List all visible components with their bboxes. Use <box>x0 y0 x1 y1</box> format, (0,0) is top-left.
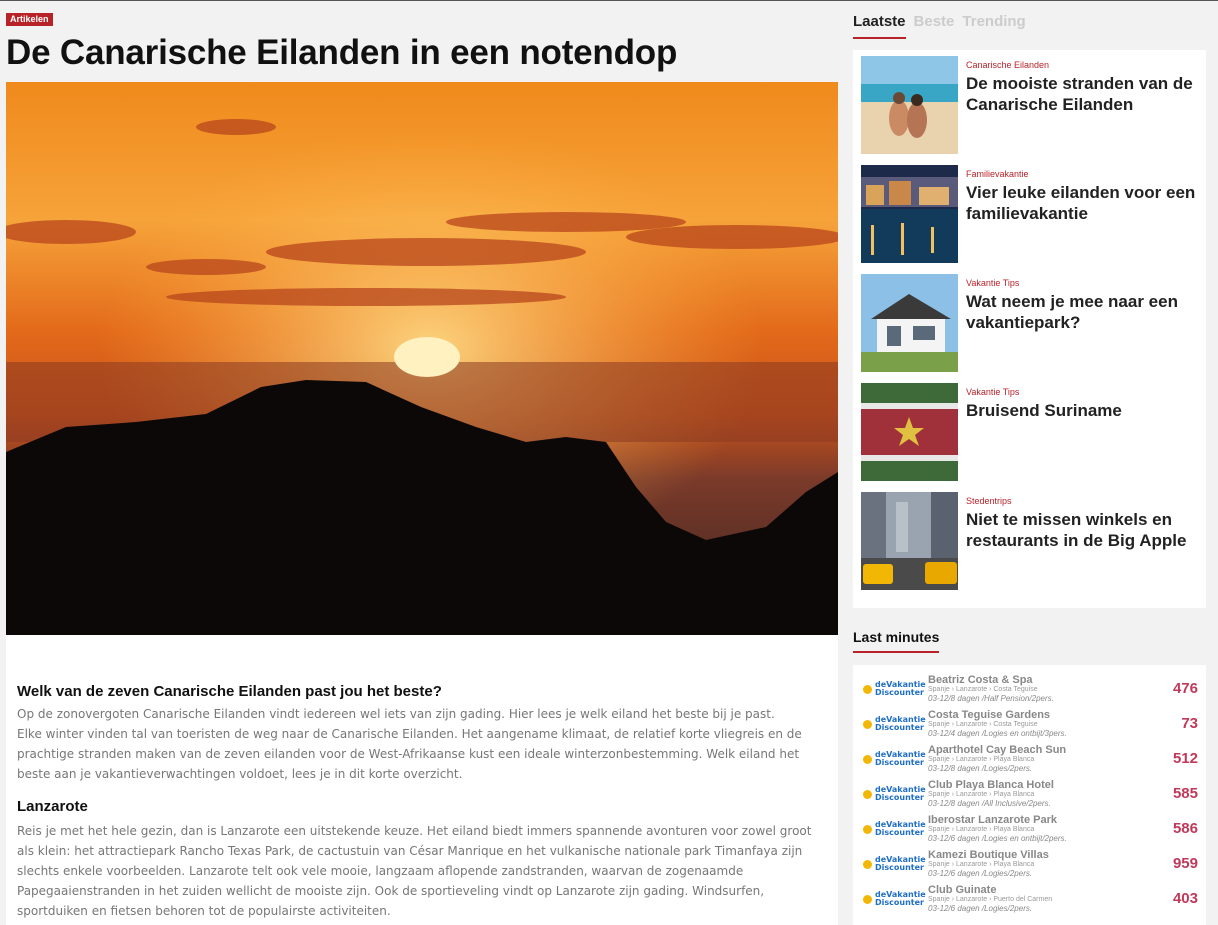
logo-text-line-2: Discounter <box>875 687 924 697</box>
deal-row[interactable]: deVakantie Discounter Club Guinate Spanj… <box>861 881 1198 916</box>
post-title[interactable]: Niet te missen winkels en restaurants in… <box>966 509 1198 551</box>
deal-price[interactable]: 476 <box>1173 680 1198 697</box>
logo-text-line-2: Discounter <box>875 792 924 802</box>
deal-row[interactable]: deVakantie Discounter Aparthotel Cay Bea… <box>861 741 1198 776</box>
post-title[interactable]: De mooiste stranden van de Canarische Ei… <box>966 73 1198 115</box>
hero-image <box>6 82 838 635</box>
deal-dates: 03-12/8 dagen /Half Pension/2pers. <box>928 694 1054 703</box>
deal-location: Spanje › Lanzarote › Playa Blanca <box>928 826 1035 833</box>
article-column: Artikelen De Canarische Eilanden in een … <box>6 9 838 925</box>
post-thumbnail[interactable] <box>861 56 958 154</box>
logo-text-line-2: Discounter <box>875 757 924 767</box>
logo-sun-icon <box>863 684 872 694</box>
post-item[interactable]: Canarische Eilanden De mooiste stranden … <box>861 56 1198 154</box>
intro-paragraph-2: Elke winter vinden tal van toeristen de … <box>17 727 802 781</box>
deal-name[interactable]: Aparthotel Cay Beach Sun <box>928 744 1158 756</box>
post-thumbnail[interactable] <box>861 383 958 481</box>
deal-dates: 03-12/6 dagen /Logies en ontbijt/2pers. <box>928 834 1067 843</box>
page-title: De Canarische Eilanden in een notendop <box>6 33 678 72</box>
post-item[interactable]: Vakantie Tips Bruisend Suriname <box>861 383 1198 481</box>
section-paragraph: Reis je met het hele gezin, dan is Lanza… <box>17 824 812 918</box>
deal-name[interactable]: Club Guinate <box>928 884 1158 896</box>
deal-location: Spanje › Lanzarote › Puerto del Carmen <box>928 896 1053 903</box>
deal-row[interactable]: deVakantie Discounter Club Playa Blanca … <box>861 776 1198 811</box>
logo-text-line-2: Discounter <box>875 722 924 732</box>
post-category[interactable]: Vakantie Tips <box>966 278 1198 289</box>
post-item[interactable]: Stedentrips Niet te missen winkels en re… <box>861 492 1198 590</box>
deal-price[interactable]: 512 <box>1173 750 1198 767</box>
tab-laatste[interactable]: Laatste <box>853 13 906 39</box>
post-thumbnail[interactable] <box>861 165 958 263</box>
sidebar-tabs: Laatste Beste Trending <box>853 13 1206 39</box>
post-category[interactable]: Vakantie Tips <box>966 387 1122 398</box>
deal-dates: 03-12/4 dagen /Logies en ontbijt/3pers. <box>928 729 1067 738</box>
deal-location: Spanje › Lanzarote › Playa Blanca <box>928 861 1035 868</box>
deal-name[interactable]: Club Playa Blanca Hotel <box>928 779 1158 791</box>
section-heading: Lanzarote <box>17 798 88 815</box>
devakantiediscounter-logo: deVakantie Discounter <box>863 855 926 872</box>
deal-price[interactable]: 403 <box>1173 890 1198 907</box>
logo-text-line-2: Discounter <box>875 827 924 837</box>
deal-price[interactable]: 586 <box>1173 820 1198 837</box>
deal-location: Spanje › Lanzarote › Playa Blanca <box>928 791 1035 798</box>
devakantiediscounter-logo: deVakantie Discounter <box>863 820 926 837</box>
post-item[interactable]: Vakantie Tips Wat neem je mee naar een v… <box>861 274 1198 372</box>
deal-name[interactable]: Kamezi Boutique Villas <box>928 849 1158 861</box>
deal-dates: 03-12/8 dagen /Logies/2pers. <box>928 764 1033 773</box>
post-item[interactable]: Familievakantie Vier leuke eilanden voor… <box>861 165 1198 263</box>
deal-dates: 03-12/6 dagen /Logies/2pers. <box>928 904 1033 913</box>
logo-sun-icon <box>863 894 872 904</box>
logo-sun-icon <box>863 859 872 869</box>
logo-sun-icon <box>863 754 872 764</box>
post-title[interactable]: Wat neem je mee naar een vakantiepark? <box>966 291 1198 333</box>
deal-name[interactable]: Beatriz Costa & Spa <box>928 674 1158 686</box>
tab-beste[interactable]: Beste <box>914 13 955 39</box>
intro-heading: Welk van de zeven Canarische Eilanden pa… <box>17 683 442 700</box>
logo-sun-icon <box>863 789 872 799</box>
post-category[interactable]: Stedentrips <box>966 496 1198 507</box>
post-title[interactable]: Vier leuke eilanden voor een familievaka… <box>966 182 1198 224</box>
devakantiediscounter-logo: deVakantie Discounter <box>863 750 926 767</box>
logo-sun-icon <box>863 719 872 729</box>
devakantiediscounter-logo: deVakantie Discounter <box>863 680 926 697</box>
deal-name[interactable]: Iberostar Lanzarote Park <box>928 814 1158 826</box>
deal-list: deVakantie Discounter Beatriz Costa & Sp… <box>853 665 1206 925</box>
sidebar: Laatste Beste Trending Canarische Eiland… <box>853 13 1206 925</box>
category-badge[interactable]: Artikelen <box>6 13 53 26</box>
post-list: Canarische Eilanden De mooiste stranden … <box>853 50 1206 608</box>
deal-row[interactable]: deVakantie Discounter Beatriz Costa & Sp… <box>861 671 1198 706</box>
deal-row[interactable]: deVakantie Discounter Costa Teguise Gard… <box>861 706 1198 741</box>
deal-price[interactable]: 959 <box>1173 855 1198 872</box>
deal-row[interactable]: deVakantie Discounter Iberostar Lanzarot… <box>861 811 1198 846</box>
deal-dates: 03-12/8 dagen /All Inclusive/2pers. <box>928 799 1051 808</box>
last-minutes-heading: Last minutes <box>853 629 940 653</box>
article-body: Welk van de zeven Canarische Eilanden pa… <box>6 635 838 925</box>
intro-paragraph-1: Op de zonovergoten Canarische Eilanden v… <box>17 707 775 721</box>
deal-dates: 03-12/6 dagen /Logies/2pers. <box>928 869 1033 878</box>
deal-location: Spanje › Lanzarote › Costa Teguise <box>928 686 1038 693</box>
post-category[interactable]: Canarische Eilanden <box>966 60 1198 71</box>
post-thumbnail[interactable] <box>861 492 958 590</box>
devakantiediscounter-logo: deVakantie Discounter <box>863 715 926 732</box>
deal-price[interactable]: 585 <box>1173 785 1198 802</box>
logo-text-line-2: Discounter <box>875 897 924 907</box>
tab-trending[interactable]: Trending <box>962 13 1025 39</box>
deal-location: Spanje › Lanzarote › Costa Teguise <box>928 721 1038 728</box>
devakantiediscounter-logo: deVakantie Discounter <box>863 785 926 802</box>
deal-price[interactable]: 73 <box>1181 715 1198 732</box>
post-title[interactable]: Bruisend Suriname <box>966 400 1122 421</box>
devakantiediscounter-logo: deVakantie Discounter <box>863 890 926 907</box>
logo-text-line-2: Discounter <box>875 862 924 872</box>
deal-row[interactable]: deVakantie Discounter Kamezi Boutique Vi… <box>861 846 1198 881</box>
deal-name[interactable]: Costa Teguise Gardens <box>928 709 1158 721</box>
deal-location: Spanje › Lanzarote › Playa Blanca <box>928 756 1035 763</box>
post-thumbnail[interactable] <box>861 274 958 372</box>
post-category[interactable]: Familievakantie <box>966 169 1198 180</box>
logo-sun-icon <box>863 824 872 834</box>
